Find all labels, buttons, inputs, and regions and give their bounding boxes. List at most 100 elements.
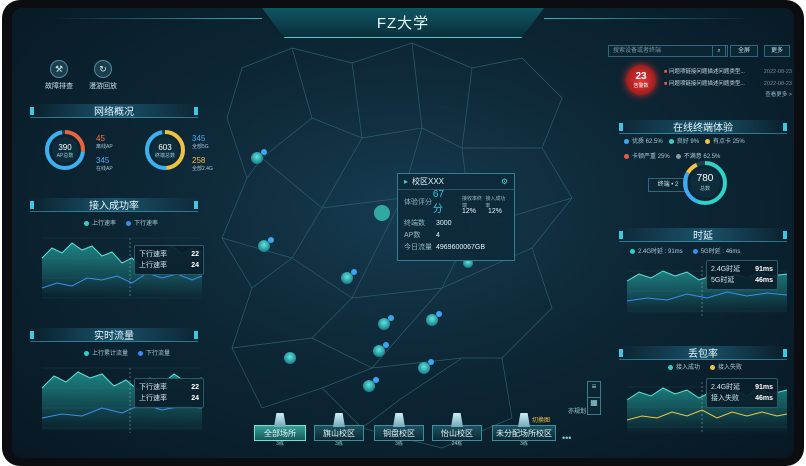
- fullscreen-label: 全屏: [737, 48, 750, 54]
- ap-offline: 45 离线AP: [96, 134, 113, 150]
- roam-replay-label: 漫游回放: [89, 83, 117, 90]
- alert-item[interactable]: ■ 问题项链接问题描述问题类型... 2022-08-23: [664, 78, 792, 90]
- search-input[interactable]: 搜索设备或者终端: [608, 45, 728, 57]
- building-icon: [518, 413, 530, 427]
- popup-stat-value: 12%: [488, 207, 503, 215]
- popup-row-value: 4969600067GB: [436, 243, 486, 251]
- alarm-badge[interactable]: 23 告警数: [626, 65, 656, 95]
- latency-title: 时延: [619, 228, 787, 242]
- page-title-text: FZ大学: [376, 15, 430, 32]
- campus-tab-count: 3栋: [335, 441, 343, 447]
- alert-list: ■ 问题项链接问题描述问题类型... 2022-08-23 ■ 问题项链接问题描述…: [664, 66, 792, 100]
- experience-legend: 优质 62.5% 良好 9% 有点卡 25% 卡顿严重 25% 不满意 62.5…: [624, 136, 790, 160]
- network-overview-title: 网络概况: [30, 104, 198, 118]
- campus-tab-all[interactable]: 全部场所 3栋: [254, 413, 306, 449]
- campus-tab-count: 24栋: [451, 441, 463, 447]
- campus-tab-name: 怡山校区: [432, 425, 482, 441]
- device-frame: ···· FZ大学 ⚒ 故障排查 ↻ 漫游回放 网络概况: [2, 0, 804, 466]
- campus-tab-name: 旗山校区: [314, 425, 364, 441]
- map-layer-toggle[interactable]: ≡ ▦: [587, 381, 601, 415]
- online-experience-title: 在线终端体验: [619, 120, 787, 134]
- building-icon: [451, 413, 463, 427]
- alert-item[interactable]: ■ 问题项链接问题描述问题类型... 2022-08-23: [664, 66, 792, 78]
- pin-marker[interactable]: [373, 342, 389, 357]
- alert-text: 问题项链接问题描述问题类型...: [668, 81, 745, 87]
- campus-tab-count: 3栋: [395, 441, 403, 447]
- search-icon[interactable]: ⌕: [712, 45, 726, 57]
- alarm-label: 告警数: [633, 83, 649, 89]
- campus-tab-name: 铜盘校区: [374, 425, 424, 441]
- title-deco-right: [544, 18, 754, 19]
- popup-score-value: 67分: [432, 189, 445, 215]
- map-plan-label[interactable]: 亦规划: [568, 406, 586, 415]
- building-icon: [333, 413, 345, 427]
- popup-row-key: 今日流量: [404, 244, 432, 251]
- pin-marker[interactable]: [374, 205, 390, 221]
- pin-marker[interactable]: [418, 359, 434, 374]
- campus-tab-name: 未分配场所校区: [492, 425, 556, 441]
- roam-replay-button[interactable]: ↻ 漫游回放: [86, 60, 120, 91]
- more-tabs-button[interactable]: •••: [562, 433, 571, 443]
- campus-tab-count: 3栋: [520, 441, 528, 447]
- view-more-link[interactable]: 查看更多 >: [664, 90, 792, 100]
- wrench-icon: ⚒: [50, 60, 68, 78]
- ap-online: 345 在线AP: [96, 156, 113, 172]
- alarm-count: 23: [635, 71, 647, 82]
- campus-tab-tongpan[interactable]: 铜盘校区 3栋: [374, 413, 424, 449]
- layers-icon: ≡: [588, 382, 600, 398]
- pin-marker[interactable]: [426, 311, 442, 326]
- campus-tab-qishan[interactable]: 旗山校区 3栋: [314, 413, 364, 449]
- popup-row-value: 3000: [436, 219, 452, 227]
- pin-marker[interactable]: [258, 237, 274, 252]
- access-success-tooltip: 下行速率 22 上行速率 24: [134, 245, 204, 275]
- building-icon: [393, 413, 405, 427]
- pin-marker[interactable]: [363, 377, 379, 392]
- caret-icon: ▸: [404, 177, 409, 186]
- latency-legend: 2.4G时延 : 91ms 5G时延 : 46ms: [630, 246, 740, 255]
- campus-tab-unassigned[interactable]: 未分配场所校区 3栋: [492, 413, 556, 449]
- popup-row-value: 4: [436, 231, 440, 239]
- alert-date: 2022-08-23: [763, 69, 792, 75]
- campus-tab-yishan[interactable]: 怡山校区 24栋: [432, 413, 482, 449]
- latency-tooltip: 2.4G时延 91ms 5G时延 46ms: [706, 260, 778, 290]
- popup-stat-value: 12%: [462, 207, 477, 215]
- ap-total: 390 AP总数: [56, 143, 74, 159]
- packet-loss-legend: 接入成功 接入失败: [668, 362, 742, 371]
- alert-date: 2022-08-23: [763, 81, 792, 87]
- packet-loss-tooltip: 2.4G时延 91ms 接入失败 46ms: [706, 378, 778, 408]
- campus-tab-name: 全部场所: [254, 425, 306, 441]
- fault-check-button[interactable]: ⚒ 故障排查: [42, 60, 76, 91]
- pin-marker[interactable]: [341, 269, 357, 284]
- more-label: 更多: [770, 48, 783, 54]
- page-title: FZ大学: [262, 8, 544, 38]
- popup-header: ▸ 校区XXX ⚙: [398, 174, 514, 190]
- terminal-5g: 345 全部5G: [192, 134, 209, 150]
- fullscreen-button[interactable]: 全屏: [730, 45, 758, 57]
- realtime-traffic-tooltip: 下行速率 22 上行速率 24: [134, 378, 204, 408]
- campus-info-popup: ▸ 校区XXX ⚙ 体验评分 67分 接收率终端 接入成功率 12% 12% 终…: [397, 173, 515, 261]
- more-button[interactable]: 更多: [764, 45, 790, 57]
- alert-text: 问题项链接问题描述问题类型...: [668, 69, 745, 75]
- campus-tab-count: 3栋: [276, 441, 284, 447]
- title-deco-left: [52, 18, 262, 19]
- pin-marker[interactable]: [284, 352, 296, 364]
- realtime-traffic-title: 实时流量: [30, 328, 198, 342]
- popup-row-key: 终端数: [404, 220, 425, 227]
- replay-icon: ↻: [94, 60, 112, 78]
- realtime-traffic-legend: 上行累计流量 下行流量: [84, 348, 170, 357]
- terminal-total: 603 终端总数: [154, 143, 175, 159]
- settings-icon[interactable]: ⚙: [501, 177, 508, 186]
- experience-total: 780 总数: [696, 173, 714, 192]
- popup-title: 校区XXX: [412, 177, 445, 186]
- packet-loss-title: 丢包率: [619, 346, 787, 360]
- fault-check-label: 故障排查: [45, 83, 73, 90]
- building-icon: [274, 413, 286, 427]
- popup-row-key: AP数: [404, 232, 421, 239]
- dashboard-screen: ···· FZ大学 ⚒ 故障排查 ↻ 漫游回放 网络概况: [12, 8, 794, 458]
- terminal-24g: 258 全部2.4G: [192, 156, 213, 172]
- access-success-legend: 上行速率 下行速率: [84, 218, 158, 227]
- pin-marker[interactable]: [251, 149, 267, 164]
- access-success-title: 接入成功率: [30, 198, 198, 212]
- pin-marker[interactable]: [378, 315, 394, 330]
- grid-icon: ▦: [590, 398, 598, 407]
